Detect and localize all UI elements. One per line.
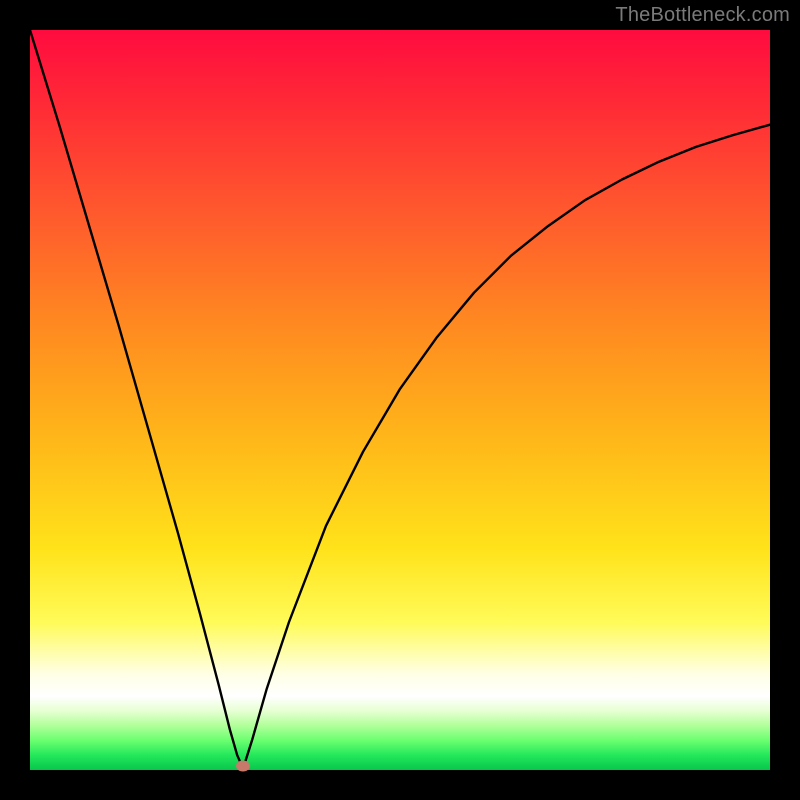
plot-area (30, 30, 770, 770)
curve-path (30, 30, 770, 769)
outer-frame: TheBottleneck.com (0, 0, 800, 800)
attribution-text: TheBottleneck.com (615, 4, 790, 27)
optimum-dot (236, 761, 250, 772)
bottleneck-curve (30, 30, 770, 770)
